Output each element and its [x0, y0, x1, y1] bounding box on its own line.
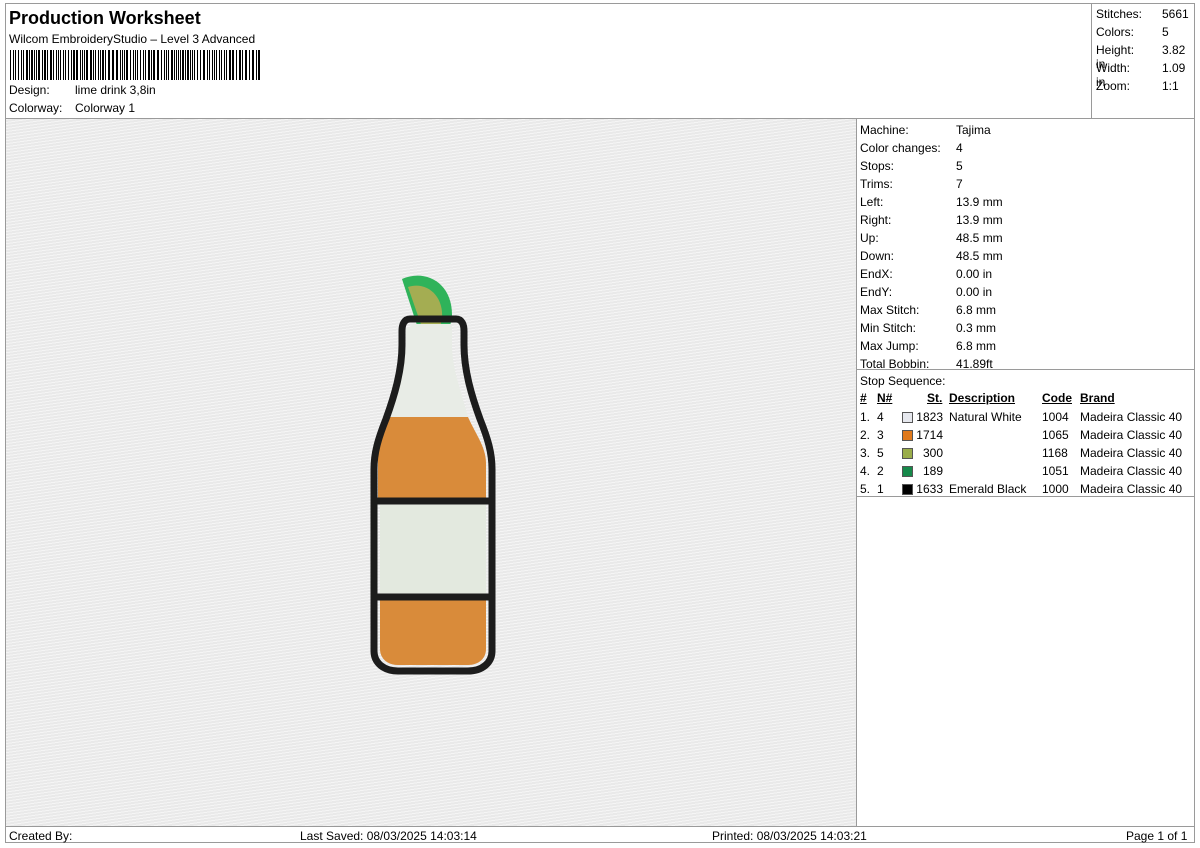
color-swatch	[902, 430, 913, 441]
info-endx: EndX: 0.00 in	[860, 267, 993, 281]
info-color-changes: Color changes: 4	[860, 141, 963, 155]
colorway-value: Colorway 1	[75, 101, 136, 115]
colorway-field: Colorway: Colorway 1	[9, 101, 135, 115]
cell-code: 1051	[1042, 464, 1069, 478]
stop-sequence-title: Stop Sequence:	[860, 374, 946, 388]
cell-brand: Madeira Classic 40	[1080, 482, 1183, 496]
info-left: Left: 13.9 mm	[860, 195, 1003, 209]
cell-st: 189	[922, 464, 943, 478]
bottle-icon	[370, 315, 496, 675]
stat-stitches: Stitches: 5661	[1096, 7, 1189, 21]
cell-idx: 4.	[860, 464, 871, 478]
col-header-description: Description	[949, 391, 1016, 405]
cell-n: 1	[877, 482, 884, 496]
info-right: Right: 13.9 mm	[860, 213, 1003, 227]
info-max-stitch: Max Stitch: 6.8 mm	[860, 303, 997, 317]
design-value: lime drink 3,8in	[75, 83, 156, 97]
cell-code: 1168	[1042, 446, 1068, 460]
col-header-code: Code	[1042, 391, 1072, 405]
cell-n: 3	[877, 428, 884, 442]
color-swatch	[902, 448, 913, 459]
cell-brand: Madeira Classic 40	[1080, 464, 1183, 478]
info-endy: EndY: 0.00 in	[860, 285, 993, 299]
machine-info-panel: Machine: Tajima Color changes: 4 Stops: 5 T…	[857, 119, 1194, 826]
last-saved: Last Saved: 08/03/2025 14:03:14	[300, 829, 477, 843]
page-title: Production Worksheet	[9, 8, 201, 28]
color-swatch	[902, 412, 913, 423]
cell-n: 2	[877, 464, 884, 478]
color-swatch	[902, 466, 913, 477]
barcode-icon	[10, 50, 260, 80]
col-header-brand: Brand	[1080, 391, 1115, 405]
cell-st: 1823	[916, 410, 943, 424]
colorway-label: Colorway:	[9, 101, 63, 115]
cell-st: 300	[922, 446, 943, 460]
cell-idx: 2.	[860, 428, 871, 442]
cell-n: 4	[877, 410, 884, 424]
cell-code: 1000	[1042, 482, 1069, 496]
created-by: Created By:	[9, 829, 73, 843]
design-preview	[6, 119, 857, 826]
cell-idx: 5.	[860, 482, 871, 496]
worksheet-footer: Created By: Last Saved: 08/03/2025 14:03…	[6, 826, 1194, 843]
cell-code: 1004	[1042, 410, 1069, 424]
info-max-jump: Max Jump: 6.8 mm	[860, 339, 997, 353]
design-label: Design:	[9, 83, 50, 97]
cell-idx: 3.	[860, 446, 871, 460]
cell-n: 5	[877, 446, 884, 460]
color-swatch	[902, 484, 913, 495]
design-stats: Stitches: 5661 Colors: 5 Height: 3.82 in Wi…	[1092, 4, 1194, 119]
info-min-stitch: Min Stitch: 0.3 mm	[860, 321, 997, 335]
stat-colors: Colors: 5	[1096, 25, 1169, 39]
cell-brand: Madeira Classic 40	[1080, 410, 1183, 424]
col-header-index: #	[860, 391, 867, 405]
software-name: Wilcom EmbroideryStudio – Level 3 Advanc…	[9, 32, 256, 46]
col-header-needle: N#	[877, 391, 893, 405]
cell-code: 1065	[1042, 428, 1069, 442]
worksheet-frame: Production Worksheet Wilcom EmbroiderySt…	[5, 3, 1195, 843]
design-field: Design: lime drink 3,8in	[9, 83, 156, 97]
cell-idx: 1.	[860, 410, 871, 424]
col-header-stitches: St.	[927, 391, 943, 405]
worksheet-header: Production Worksheet Wilcom EmbroiderySt…	[6, 4, 1092, 119]
cell-brand: Madeira Classic 40	[1080, 428, 1183, 442]
info-down: Down: 48.5 mm	[860, 249, 1003, 263]
embroidery-design	[370, 275, 496, 675]
stop-sequence-table: Stop Sequence: # N# St. Description Code…	[857, 369, 1194, 497]
info-machine: Machine: Tajima	[860, 123, 991, 137]
printed-date: Printed: 08/03/2025 14:03:21	[712, 829, 867, 843]
info-stops: Stops: 5	[860, 159, 963, 173]
info-trims: Trims: 7	[860, 177, 963, 191]
cell-brand: Madeira Classic 40	[1080, 446, 1183, 460]
stat-zoom: Zoom: 1:1	[1096, 79, 1179, 93]
info-up: Up: 48.5 mm	[860, 231, 1003, 245]
cell-description: Natural White	[949, 410, 1022, 424]
cell-st: 1633	[916, 482, 943, 496]
cell-description: Emerald Black	[949, 482, 1027, 496]
cell-st: 1714	[916, 428, 943, 442]
page-number: Page 1 of 1	[1126, 829, 1188, 843]
